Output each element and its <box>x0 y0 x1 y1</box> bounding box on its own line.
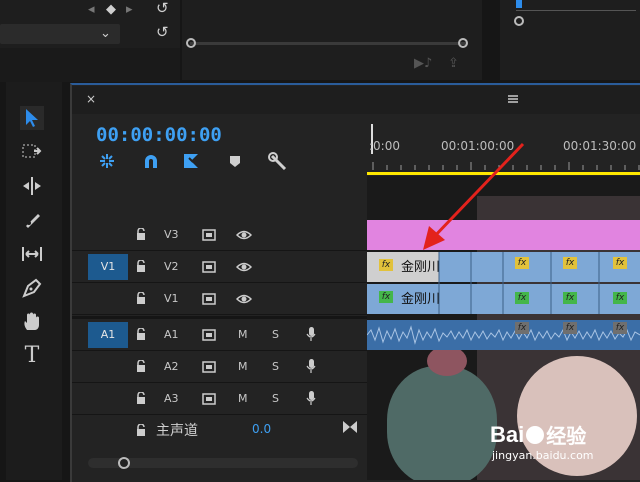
razor-tool-icon[interactable] <box>20 208 44 232</box>
scroll-handle-left[interactable] <box>186 38 196 48</box>
watermark-suffix: 经验 <box>546 424 587 448</box>
effect-dropdown[interactable]: ⌄ <box>0 24 120 44</box>
timecode-display[interactable]: 00:00:00:00 <box>96 124 222 146</box>
fx-badge[interactable]: fx <box>563 322 577 334</box>
microphone-icon[interactable] <box>306 358 316 374</box>
eye-icon[interactable] <box>236 229 252 241</box>
timeline-tab-bar: × <box>72 86 640 114</box>
track-name: V2 <box>164 260 179 273</box>
audio-waveform <box>367 325 640 345</box>
type-tool-icon[interactable]: T <box>20 344 44 368</box>
audio-insert-icon[interactable]: ▶♪ <box>414 56 432 72</box>
hand-tool-icon[interactable] <box>20 310 44 334</box>
undo-icon[interactable]: ↺ <box>156 24 169 40</box>
track-select-tool-icon[interactable] <box>20 140 44 164</box>
track-header-a1[interactable]: A1 A1 M S <box>72 320 367 351</box>
solo-button[interactable]: S <box>272 392 279 405</box>
marker-icon[interactable] <box>228 154 242 168</box>
keyframe-next-icon[interactable]: ▸ <box>126 2 133 18</box>
lock-icon[interactable] <box>136 260 146 272</box>
sync-lock-icon[interactable] <box>202 261 216 273</box>
timeline-scroll-handle[interactable] <box>118 457 130 469</box>
linked-selection-icon[interactable] <box>182 152 200 170</box>
playhead-marker[interactable] <box>516 0 522 8</box>
watermark-url: jingyan.baidu.com <box>492 449 594 462</box>
mute-button[interactable]: M <box>238 392 248 405</box>
master-label: 主声道 <box>156 423 198 439</box>
track-name: A1 <box>164 328 179 341</box>
track-name: V3 <box>164 228 179 241</box>
lock-icon[interactable] <box>136 424 146 436</box>
track-header-v2[interactable]: V1 V2 <box>72 252 367 283</box>
scroll-track[interactable] <box>190 42 466 45</box>
program-panel <box>500 0 640 80</box>
chevron-down-icon: ⌄ <box>100 26 111 41</box>
keyframe-prev-icon[interactable]: ◂ <box>88 2 95 18</box>
microphone-icon[interactable] <box>306 326 316 342</box>
magnet-icon[interactable] <box>142 152 160 170</box>
sync-lock-icon[interactable] <box>202 329 216 341</box>
export-frame-icon[interactable]: ⇪ <box>448 56 459 72</box>
eye-icon[interactable] <box>236 293 252 305</box>
undo-icon[interactable]: ↺ <box>156 0 169 16</box>
track-header-v3[interactable]: V3 <box>72 220 367 251</box>
sync-lock-icon[interactable] <box>202 393 216 405</box>
source-patch-v1[interactable]: V1 <box>88 254 128 280</box>
a1-audio-clip[interactable]: fx fx fx <box>367 320 640 350</box>
track-name: V1 <box>164 292 179 305</box>
mute-button[interactable]: M <box>238 328 248 341</box>
bowtie-icon[interactable] <box>342 420 358 434</box>
snap-icon[interactable] <box>98 152 116 170</box>
lock-icon[interactable] <box>136 392 146 404</box>
tools-panel: T <box>6 82 62 480</box>
ruler-label-0: :0:00 <box>369 139 400 153</box>
slip-tool-icon[interactable] <box>20 242 44 266</box>
close-tab-button[interactable]: × <box>86 92 96 106</box>
lock-icon[interactable] <box>136 228 146 240</box>
baidu-watermark: Bai 经验 jingyan.baidu.com <box>490 420 594 463</box>
lock-icon[interactable] <box>136 360 146 372</box>
master-volume-value[interactable]: 0.0 <box>252 422 271 436</box>
hamburger-menu-icon[interactable] <box>506 92 520 106</box>
sync-lock-icon[interactable] <box>202 361 216 373</box>
source-patch-a1[interactable]: A1 <box>88 322 128 348</box>
track-header-a3[interactable]: A3 M S <box>72 384 367 415</box>
selection-tool-icon[interactable] <box>20 106 44 130</box>
fx-badge[interactable]: fx <box>613 322 627 334</box>
keyframe-add-icon[interactable]: ◆ <box>106 2 116 18</box>
watermark-brand: Bai <box>490 421 525 447</box>
track-header-v1[interactable]: V1 <box>72 284 367 315</box>
annotation-arrow <box>423 142 525 250</box>
sync-lock-icon[interactable] <box>202 293 216 305</box>
ruler-label-2: 00:01:30:00 <box>563 139 637 153</box>
track-header-a2[interactable]: A2 M S <box>72 352 367 383</box>
track-name: A2 <box>164 360 179 373</box>
mute-button[interactable]: M <box>238 360 248 373</box>
clip-edit-points <box>438 252 600 314</box>
solo-button[interactable]: S <box>272 360 279 373</box>
pen-tool-icon[interactable] <box>20 276 44 300</box>
effect-controls-panel: ⌄ ◂ ◆ ▸ ↺ ↺ <box>0 0 180 48</box>
scroll-handle-right[interactable] <box>458 38 468 48</box>
zoom-handle[interactable] <box>514 16 524 26</box>
lock-icon[interactable] <box>136 292 146 304</box>
paw-icon <box>526 425 545 444</box>
ripple-edit-tool-icon[interactable] <box>20 174 44 198</box>
eye-icon[interactable] <box>236 261 252 273</box>
wrench-icon[interactable] <box>268 152 288 170</box>
master-track-header[interactable]: 主声道 0.0 <box>72 416 367 446</box>
track-name: A3 <box>164 392 179 405</box>
lock-icon[interactable] <box>136 328 146 340</box>
source-panel: ▶♪ ⇪ <box>182 0 482 80</box>
sync-lock-icon[interactable] <box>202 229 216 241</box>
microphone-icon[interactable] <box>306 390 316 406</box>
fx-badge[interactable]: fx <box>515 322 529 334</box>
solo-button[interactable]: S <box>272 328 279 341</box>
